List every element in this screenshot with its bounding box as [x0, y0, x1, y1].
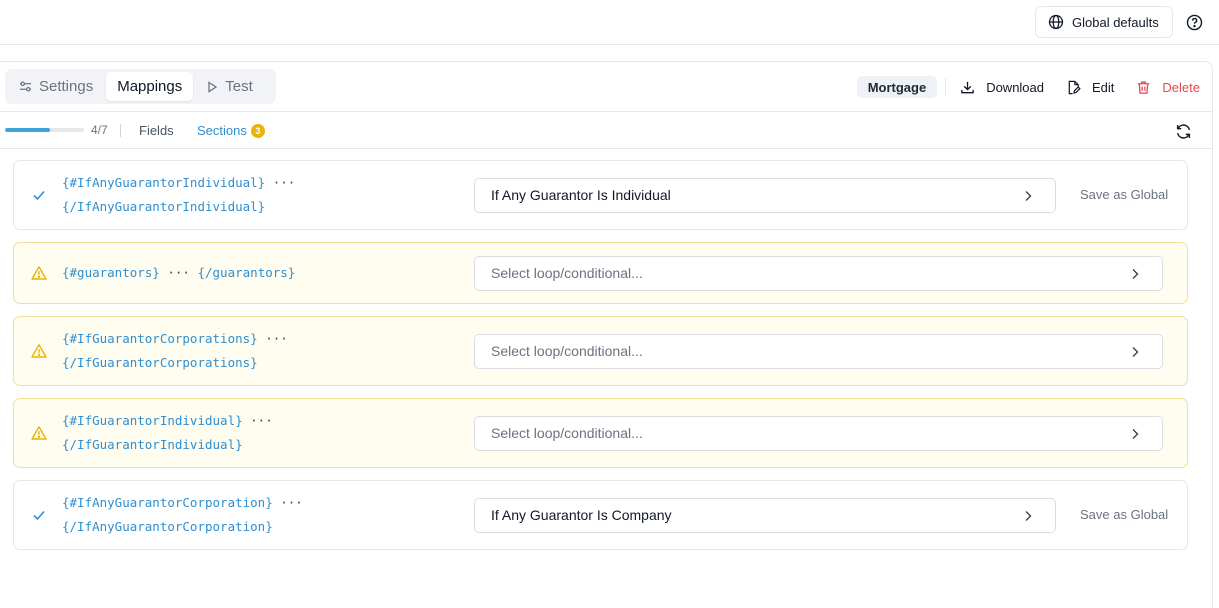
section-tag: {#IfGuarantorIndividual} ··· {/IfGuarant…	[62, 409, 273, 457]
section-card: {#guarantors} ··· {/guarantors} Select l…	[13, 242, 1188, 304]
warning-icon	[31, 426, 47, 440]
close-tag: {/IfAnyGuarantorIndividual}	[62, 199, 266, 214]
save-as-global-button[interactable]: Save as Global	[1080, 187, 1168, 202]
file-edit-icon	[1068, 80, 1081, 94]
check-icon	[33, 510, 45, 521]
progress-bar-row: 4/7 Fields Sections 3	[0, 111, 1213, 149]
edit-label: Edit	[1092, 79, 1115, 95]
tab-test-label: Test	[225, 78, 253, 95]
global-defaults-button[interactable]: Global defaults	[1035, 6, 1173, 38]
tab-settings-label: Settings	[39, 78, 94, 95]
chevron-right-icon	[1132, 268, 1139, 279]
template-type-badge: Mortgage	[856, 76, 938, 98]
download-icon	[961, 81, 974, 93]
check-icon	[33, 190, 45, 201]
divider	[945, 78, 947, 96]
loop-conditional-selector[interactable]: Select loop/conditional...	[474, 333, 1163, 369]
chevron-right-icon	[1132, 428, 1139, 439]
tag-ellipsis: ···	[265, 331, 288, 346]
subtab-sections[interactable]: Sections 3	[197, 123, 265, 138]
trash-icon	[1138, 80, 1150, 94]
open-tag: {#guarantors}	[62, 265, 160, 280]
tag-ellipsis: ···	[250, 413, 273, 428]
section-card: {#IfGuarantorCorporations} ··· {/IfGuara…	[13, 316, 1188, 386]
globe-icon	[1048, 14, 1064, 30]
section-card: {#IfAnyGuarantorCorporation} ··· {/IfAny…	[13, 480, 1188, 550]
chevron-right-icon	[1025, 190, 1032, 201]
download-button[interactable]: Download	[960, 80, 1044, 95]
open-tag: {#IfAnyGuarantorCorporation}	[62, 495, 273, 510]
template-actions: Mortgage Download Edit Delete	[856, 75, 1200, 99]
tab-mappings[interactable]: Mappings	[106, 72, 194, 101]
download-label: Download	[986, 79, 1045, 95]
tag-ellipsis: ···	[280, 495, 303, 510]
tag-ellipsis: ···	[167, 265, 190, 280]
subtab-fields[interactable]: Fields	[139, 123, 174, 138]
loop-conditional-selector[interactable]: Select loop/conditional...	[474, 255, 1163, 291]
section-card: {#IfGuarantorIndividual} ··· {/IfGuarant…	[13, 398, 1188, 468]
mapping-progress-fill	[5, 128, 51, 132]
save-as-global-button[interactable]: Save as Global	[1080, 507, 1168, 522]
section-tag: {#IfAnyGuarantorCorporation} ··· {/IfAny…	[62, 491, 303, 539]
sliders-icon	[19, 81, 32, 92]
selector-placeholder: Select loop/conditional...	[491, 343, 643, 359]
open-tag: {#IfGuarantorIndividual}	[62, 413, 243, 428]
tab-test[interactable]: Test	[195, 72, 264, 101]
mapping-progress-bar	[5, 128, 84, 132]
section-tag: {#IfGuarantorCorporations} ··· {/IfGuara…	[62, 327, 288, 375]
progress-count: 4/7	[91, 123, 108, 137]
subtab-sections-label: Sections	[197, 123, 247, 138]
help-icon[interactable]	[1185, 13, 1203, 31]
section-tag: {#guarantors} ··· {/guarantors}	[62, 261, 295, 285]
close-tag: {/IfGuarantorCorporations}	[62, 355, 258, 370]
delete-label: Delete	[1162, 79, 1200, 95]
chevron-right-icon	[1025, 510, 1032, 521]
warning-icon	[31, 266, 47, 280]
close-tag: {/IfAnyGuarantorCorporation}	[62, 519, 273, 534]
edit-button[interactable]: Edit	[1066, 80, 1114, 95]
top-bar: Global defaults	[0, 0, 1219, 45]
sections-count-badge: 3	[250, 123, 265, 138]
loop-conditional-selector[interactable]: If Any Guarantor Is Company	[474, 497, 1056, 533]
tab-mappings-label: Mappings	[117, 78, 183, 95]
close-tag: {/IfGuarantorIndividual}	[62, 437, 243, 452]
open-tag: {#IfAnyGuarantorIndividual}	[62, 175, 266, 190]
loop-conditional-selector[interactable]: Select loop/conditional...	[474, 415, 1163, 451]
warning-icon	[31, 344, 47, 358]
tag-ellipsis: ···	[272, 175, 296, 190]
loop-conditional-selector[interactable]: If Any Guarantor Is Individual	[474, 177, 1056, 213]
open-tag: {#IfGuarantorCorporations}	[62, 331, 258, 346]
selector-placeholder: Select loop/conditional...	[491, 265, 643, 281]
selector-value: If Any Guarantor Is Company	[491, 507, 672, 523]
section-card: {#IfAnyGuarantorIndividual} ··· {/IfAnyG…	[13, 160, 1188, 230]
refresh-icon[interactable]	[1175, 123, 1192, 140]
tab-settings[interactable]: Settings	[8, 72, 104, 101]
delete-button[interactable]: Delete	[1136, 80, 1200, 95]
selector-placeholder: Select loop/conditional...	[491, 425, 643, 441]
chevron-right-icon	[1132, 346, 1139, 357]
divider	[120, 124, 121, 137]
play-icon	[208, 80, 218, 93]
section-tag: {#IfAnyGuarantorIndividual} ··· {/IfAnyG…	[62, 171, 295, 219]
global-defaults-label: Global defaults	[1072, 14, 1159, 30]
selector-value: If Any Guarantor Is Individual	[491, 187, 671, 203]
tab-bar: Settings Mappings Test	[5, 69, 276, 104]
close-tag: {/guarantors}	[197, 265, 296, 280]
